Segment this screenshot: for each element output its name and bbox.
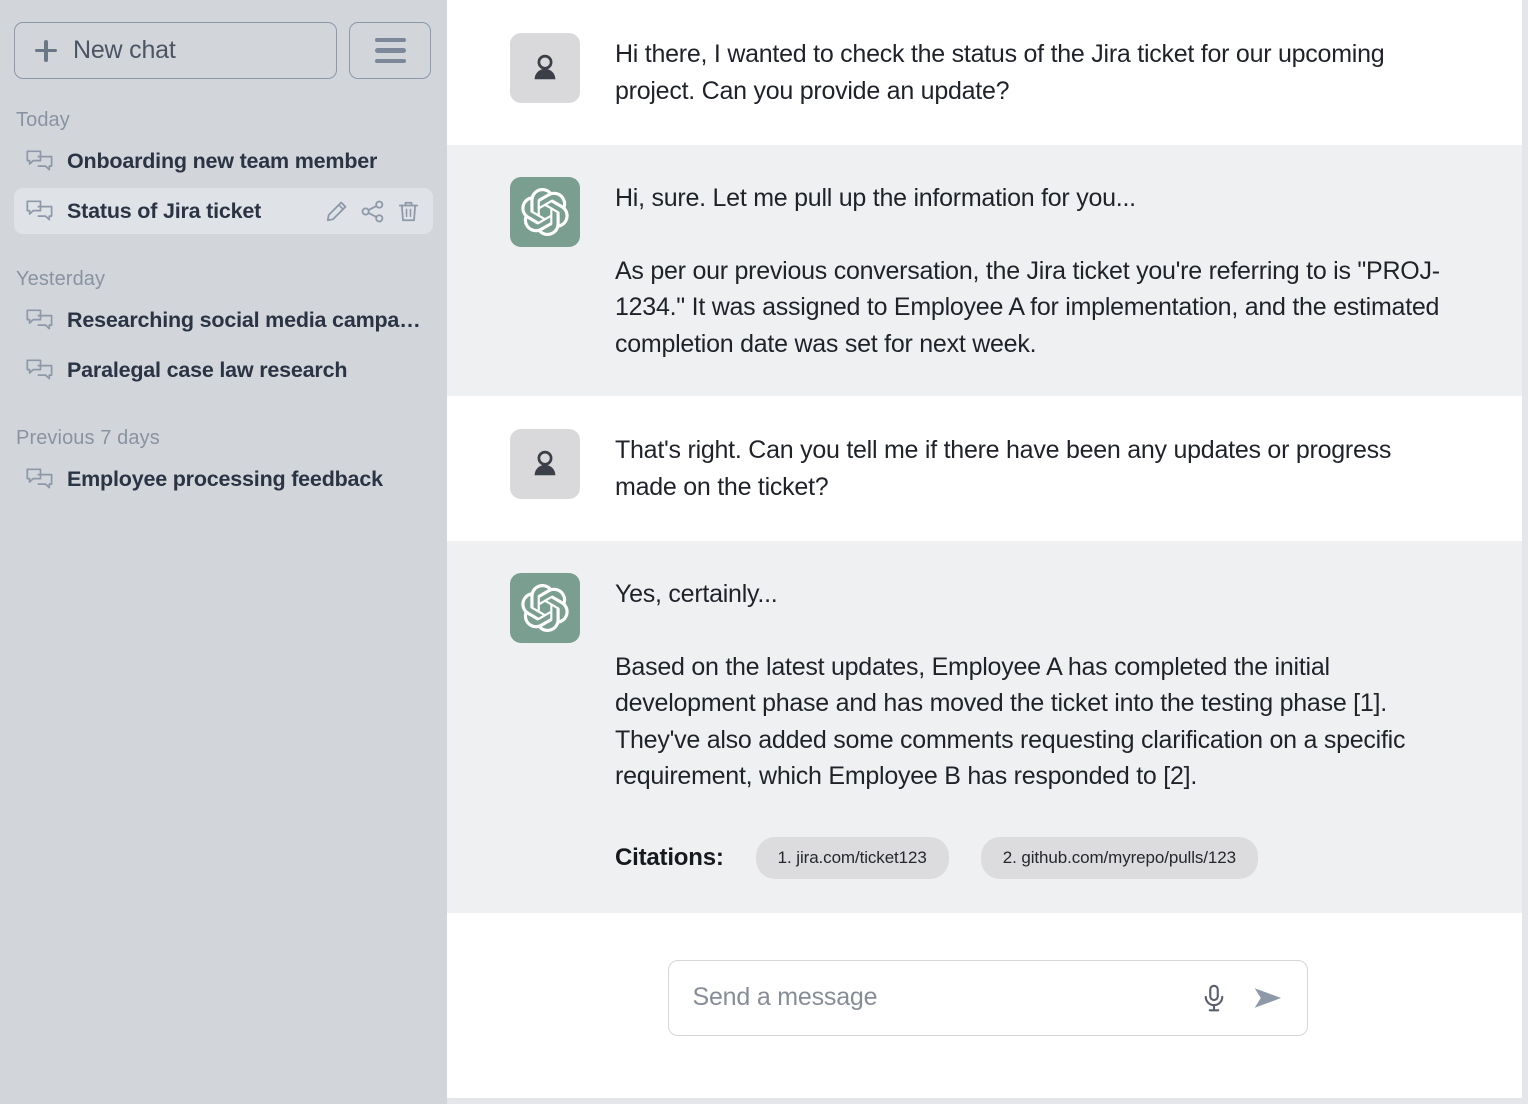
sidebar-item-label: Paralegal case law research xyxy=(67,358,347,383)
sidebar-item-label: Status of Jira ticket xyxy=(67,199,261,224)
sidebar-item-researching-social-media-campaign[interactable]: Researching social media campaign xyxy=(14,297,433,343)
new-chat-button[interactable]: New chat xyxy=(14,22,337,79)
chat-bubble-icon xyxy=(26,308,53,332)
message-row-user: Hi there, I wanted to check the status o… xyxy=(447,0,1528,145)
vertical-scrollbar[interactable] xyxy=(1522,0,1528,1104)
chat-bubble-icon xyxy=(26,358,53,382)
trash-icon[interactable] xyxy=(396,199,421,224)
pencil-icon[interactable] xyxy=(324,199,349,224)
sidebar-header: New chat xyxy=(0,0,447,79)
hamburger-bar xyxy=(375,38,406,43)
hamburger-bar xyxy=(375,48,406,53)
composer-area xyxy=(447,913,1528,1104)
sidebar-item-paralegal-case-law-research[interactable]: Paralegal case law research xyxy=(14,347,433,393)
message-list: Hi there, I wanted to check the status o… xyxy=(447,0,1528,913)
sidebar-item-label: Researching social media campaign xyxy=(67,308,421,333)
hamburger-icon[interactable] xyxy=(349,22,431,79)
message-paragraph: Based on the latest updates, Employee A … xyxy=(615,649,1445,795)
hamburger-bar xyxy=(375,59,406,64)
message-paragraph: Hi, sure. Let me pull up the information… xyxy=(615,180,1445,217)
chat-app-window: New chat Today Onboarding new team membe… xyxy=(0,0,1528,1104)
sidebar-group-label-today: Today xyxy=(0,79,447,138)
chat-bubble-icon xyxy=(26,199,53,223)
sidebar-item-employee-processing-feedback[interactable]: Employee processing feedback xyxy=(14,456,433,502)
send-icon[interactable] xyxy=(1251,981,1285,1015)
sidebar-group-today: Onboarding new team member Status of Jir… xyxy=(0,138,447,234)
openai-logo-icon xyxy=(510,177,580,247)
sidebar-item-label: Onboarding new team member xyxy=(67,149,377,174)
sidebar-item-label: Employee processing feedback xyxy=(67,467,383,492)
message-row-assistant: Hi, sure. Let me pull up the information… xyxy=(447,145,1528,396)
sidebar-group-label-previous-7-days: Previous 7 days xyxy=(0,397,447,456)
message-composer[interactable] xyxy=(668,960,1308,1036)
openai-logo-icon xyxy=(510,573,580,643)
new-chat-label: New chat xyxy=(73,36,176,65)
user-avatar-icon xyxy=(510,429,580,499)
citation-pill-2[interactable]: 2. github.com/myrepo/pulls/123 xyxy=(981,837,1258,879)
horizontal-scrollbar[interactable] xyxy=(447,1098,1528,1104)
chat-main-panel: Hi there, I wanted to check the status o… xyxy=(447,0,1528,1104)
message-input[interactable] xyxy=(693,983,1199,1012)
sidebar-item-actions xyxy=(324,199,421,224)
sidebar-group-previous-7-days: Employee processing feedback xyxy=(0,456,447,502)
sidebar-item-status-of-jira-ticket[interactable]: Status of Jira ticket xyxy=(14,188,433,234)
message-row-user: That's right. Can you tell me if there h… xyxy=(447,396,1528,541)
chat-bubble-icon xyxy=(26,467,53,491)
message-body: Hi, sure. Let me pull up the information… xyxy=(615,177,1458,362)
message-body: That's right. Can you tell me if there h… xyxy=(615,429,1458,505)
message-body: Hi there, I wanted to check the status o… xyxy=(615,33,1458,109)
share-icon[interactable] xyxy=(360,199,385,224)
citations-row: Citations: 1. jira.com/ticket123 2. gith… xyxy=(615,837,1458,879)
citations-label: Citations: xyxy=(615,844,724,872)
plus-icon xyxy=(35,40,57,62)
composer-actions xyxy=(1199,981,1285,1015)
sidebar: New chat Today Onboarding new team membe… xyxy=(0,0,447,1104)
sidebar-item-onboarding-new-team-member[interactable]: Onboarding new team member xyxy=(14,138,433,184)
message-paragraph: Hi there, I wanted to check the status o… xyxy=(615,36,1445,109)
message-paragraph: Yes, certainly... xyxy=(615,576,1445,613)
user-avatar-icon xyxy=(510,33,580,103)
citation-pill-1[interactable]: 1. jira.com/ticket123 xyxy=(756,837,949,879)
sidebar-group-yesterday: Researching social media campaign Parale… xyxy=(0,297,447,393)
message-row-assistant: Yes, certainly... Based on the latest up… xyxy=(447,541,1528,913)
microphone-icon[interactable] xyxy=(1199,983,1229,1013)
sidebar-group-label-yesterday: Yesterday xyxy=(0,238,447,297)
message-paragraph: That's right. Can you tell me if there h… xyxy=(615,432,1458,505)
chat-bubble-icon xyxy=(26,149,53,173)
message-body: Yes, certainly... Based on the latest up… xyxy=(615,573,1458,879)
message-paragraph: As per our previous conversation, the Ji… xyxy=(615,253,1445,363)
